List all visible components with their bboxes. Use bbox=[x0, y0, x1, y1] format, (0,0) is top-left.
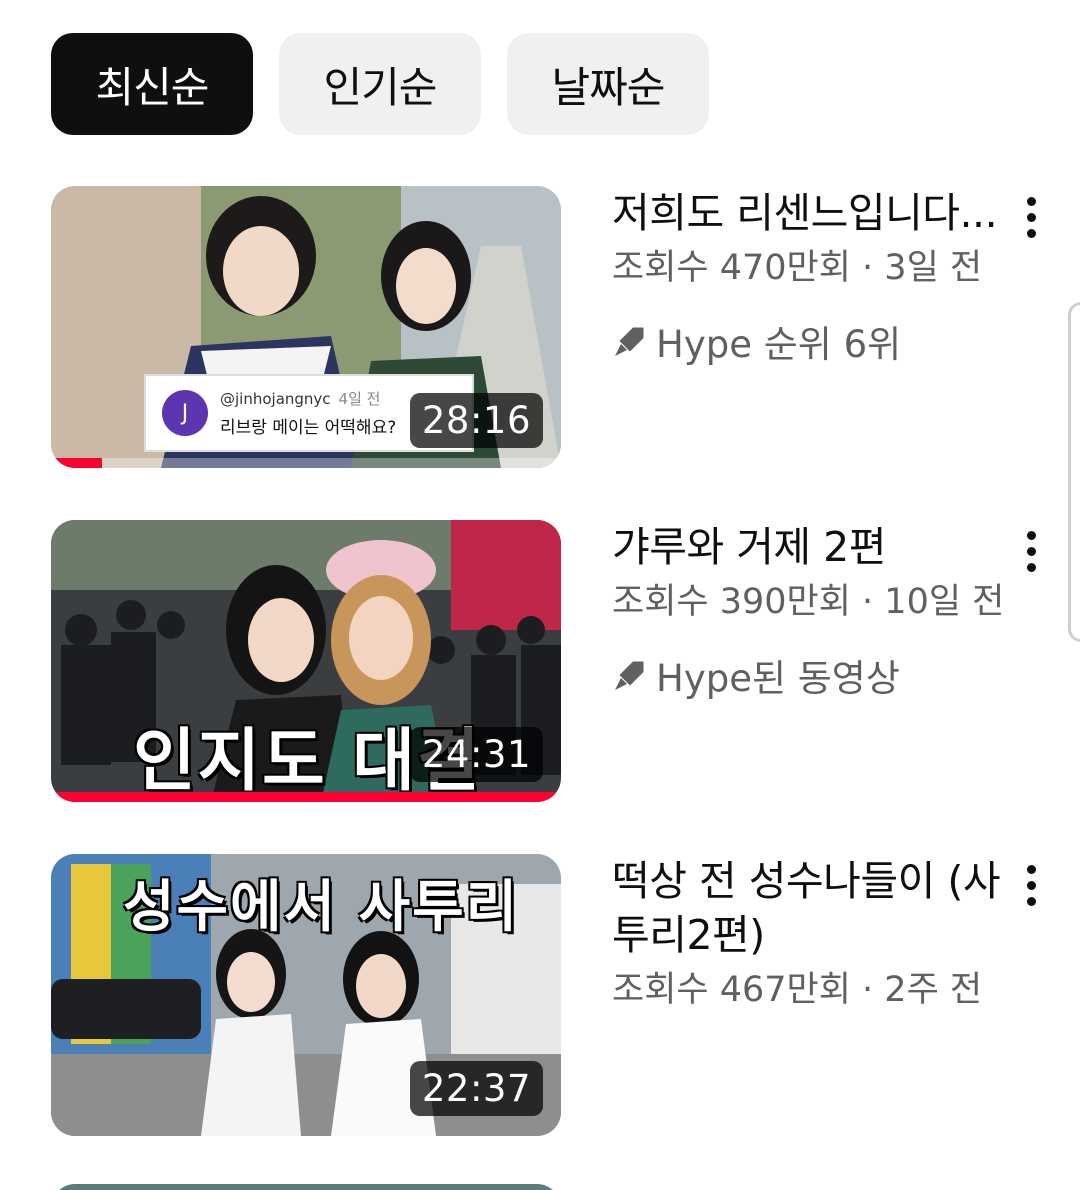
more-vert-icon bbox=[1026, 196, 1036, 206]
hype-label: Hype 순위 6위 bbox=[656, 323, 902, 366]
video-thumbnail[interactable]: 성수에서 사투리 22:37 bbox=[51, 854, 561, 1136]
video-thumbnail[interactable]: 인지도 대결 24:31 bbox=[51, 520, 561, 802]
video-meta: 갸루와 거제 2편 조회수 390만회 · 10일 전 Hype된 동영상 bbox=[612, 520, 1005, 702]
video-item[interactable]: J @jinhojangnyc 4일 전 리브랑 메이는 어떡해요? 28:16 … bbox=[51, 186, 1051, 468]
watch-progress-bar bbox=[51, 458, 102, 468]
hype-rocket-icon bbox=[615, 661, 644, 690]
comment-time: 4일 전 bbox=[338, 390, 381, 408]
chip-date[interactable]: 날짜순 bbox=[507, 33, 709, 135]
sort-chip-bar: 최신순 인기순 날짜순 bbox=[51, 33, 709, 135]
hype-label: Hype된 동영상 bbox=[656, 657, 900, 700]
video-thumbnail[interactable]: J @jinhojangnyc 4일 전 리브랑 메이는 어떡해요? 28:16 bbox=[51, 186, 561, 468]
more-options-button[interactable] bbox=[1011, 192, 1051, 242]
thumbnail-caption: 성수에서 사투리 bbox=[123, 874, 520, 940]
more-vert-icon bbox=[1026, 864, 1036, 874]
video-stats: 조회수 470만회 · 3일 전 bbox=[612, 248, 983, 288]
video-list-page: 최신순 인기순 날짜순 J @jinhojangnyc 4일 전 리브랑 메이는… bbox=[0, 0, 1080, 1190]
video-title[interactable]: 떡상 전 성수나들이 (사투리2편) bbox=[612, 854, 1002, 962]
video-title[interactable]: 갸루와 거제 2편 bbox=[612, 520, 1002, 574]
chip-popular[interactable]: 인기순 bbox=[279, 33, 481, 135]
video-duration: 22:37 bbox=[409, 1061, 543, 1116]
more-options-button[interactable] bbox=[1011, 526, 1051, 576]
watch-progress-bar bbox=[51, 792, 561, 802]
hype-badge: Hype된 동영상 bbox=[612, 648, 1002, 702]
video-meta: 저희도 리센느입니다... 조회수 470만회 · 3일 전 Hype 순위 6… bbox=[612, 186, 1002, 368]
video-duration: 24:31 bbox=[409, 727, 543, 782]
video-item[interactable]: 성수에서 사투리 22:37 떡상 전 성수나들이 (사투리2편) 조회수 46… bbox=[51, 854, 1051, 1136]
video-meta: 떡상 전 성수나들이 (사투리2편) 조회수 467만회 · 2주 전 bbox=[612, 854, 1002, 1014]
more-options-button[interactable] bbox=[1011, 860, 1051, 910]
video-title[interactable]: 저희도 리센느입니다... bbox=[612, 186, 1002, 240]
chip-latest[interactable]: 최신순 bbox=[51, 33, 253, 135]
video-item[interactable]: 인지도 대결 24:31 갸루와 거제 2편 조회수 390만회 · 10일 전… bbox=[51, 520, 1051, 802]
hype-rocket-icon bbox=[615, 327, 644, 356]
hype-badge: Hype 순위 6위 bbox=[612, 314, 1002, 368]
video-duration: 28:16 bbox=[409, 393, 543, 448]
progress-track bbox=[51, 458, 561, 468]
next-video-thumbnail-peek[interactable] bbox=[51, 1184, 561, 1190]
more-vert-icon bbox=[1026, 530, 1036, 540]
comment-text: 리브랑 메이는 어떡해요? bbox=[220, 418, 397, 438]
video-stats: 조회수 390만회 · 10일 전 bbox=[612, 582, 1005, 622]
scroll-handle[interactable] bbox=[1068, 302, 1080, 642]
commenter-avatar: J bbox=[162, 390, 208, 436]
commenter-handle: @jinhojangnyc bbox=[220, 390, 331, 408]
video-stats: 조회수 467만회 · 2주 전 bbox=[612, 970, 983, 1010]
